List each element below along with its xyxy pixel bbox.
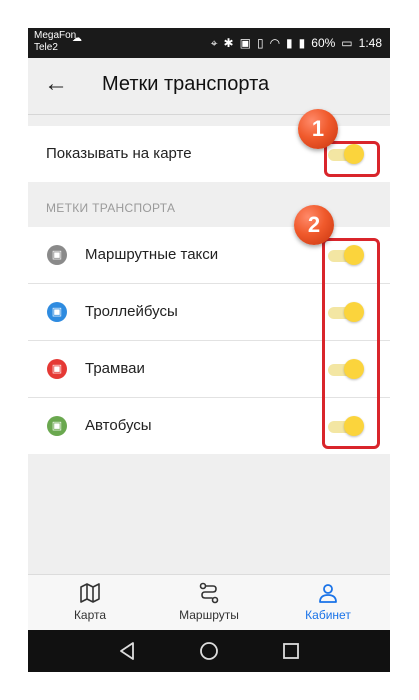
- app-bar: ← Метки транспорта: [28, 58, 390, 115]
- minibus-icon: ▣: [47, 245, 67, 265]
- nav-item-map[interactable]: Карта: [30, 575, 150, 631]
- nav-item-cabinet[interactable]: Кабинет: [268, 575, 388, 631]
- carrier-2: Tele2: [34, 42, 58, 53]
- trolleybus-icon: ▣: [47, 302, 67, 322]
- back-arrow-icon[interactable]: ←: [44, 72, 68, 96]
- status-bar: MegaFon Tele2 ☁ ⌖ ✱ ▣ ▯ ◠ ▮ ▮ 60% ▭ 1:48: [28, 28, 390, 58]
- nav-label-map: Карта: [73, 608, 107, 622]
- vibrate-icon: ▯: [256, 36, 264, 50]
- highlight-box-2: [322, 238, 380, 449]
- signal-icon: ▮: [286, 36, 293, 50]
- bottom-navigation: Карта Маршруты Кабинет: [28, 574, 390, 631]
- page-title: Метки транспорта: [102, 73, 270, 95]
- nav-label-cabinet: Кабинет: [305, 608, 351, 622]
- map-icon: [80, 583, 100, 603]
- highlight-box-1: [324, 141, 380, 177]
- nfc-icon: ▣: [239, 36, 251, 50]
- profile-icon: [319, 584, 337, 603]
- clock: 1:48: [358, 36, 382, 50]
- route-icon: [199, 582, 219, 604]
- battery-text: 60%: [311, 36, 336, 50]
- phone-screen: MegaFon Tele2 ☁ ⌖ ✱ ▣ ▯ ◠ ▮ ▮ 60% ▭ 1:48…: [28, 28, 390, 672]
- annotation-badge-2: 2: [294, 205, 334, 245]
- location-icon: ⌖: [210, 35, 218, 50]
- bus-label: Автобусы: [85, 417, 152, 434]
- nav-label-routes: Маршруты: [179, 608, 239, 622]
- status-icons: ⌖ ✱ ▣ ▯ ◠ ▮ ▮ 60% ▭ 1:48: [211, 28, 382, 58]
- annotation-badge-1: 1: [298, 109, 338, 149]
- carrier-info: MegaFon Tele2: [34, 30, 76, 54]
- tram-label: Трамваи: [85, 360, 145, 377]
- battery-icon: ▭: [341, 36, 353, 50]
- minibus-label: Маршрутные такси: [85, 246, 219, 263]
- show-on-map-label: Показывать на карте: [46, 145, 192, 162]
- back-triangle-icon[interactable]: [116, 640, 138, 662]
- cloud-icon: ☁: [72, 33, 82, 44]
- recents-square-icon[interactable]: [280, 640, 302, 662]
- tram-icon: ▣: [47, 359, 67, 379]
- signal-2-icon: ▮: [298, 36, 306, 50]
- bus-icon: ▣: [47, 416, 67, 436]
- carrier-1: MegaFon: [34, 30, 77, 41]
- wifi-icon: ◠: [269, 36, 281, 50]
- trolleybus-label: Троллейбусы: [85, 303, 178, 320]
- home-circle-icon[interactable]: [198, 640, 220, 662]
- system-navigation-bar: [28, 630, 390, 672]
- bluetooth-icon: ✱: [223, 36, 234, 50]
- transport-section-header: МЕТКИ ТРАНСПОРТА: [46, 201, 176, 215]
- nav-item-routes[interactable]: Маршруты: [149, 575, 269, 631]
